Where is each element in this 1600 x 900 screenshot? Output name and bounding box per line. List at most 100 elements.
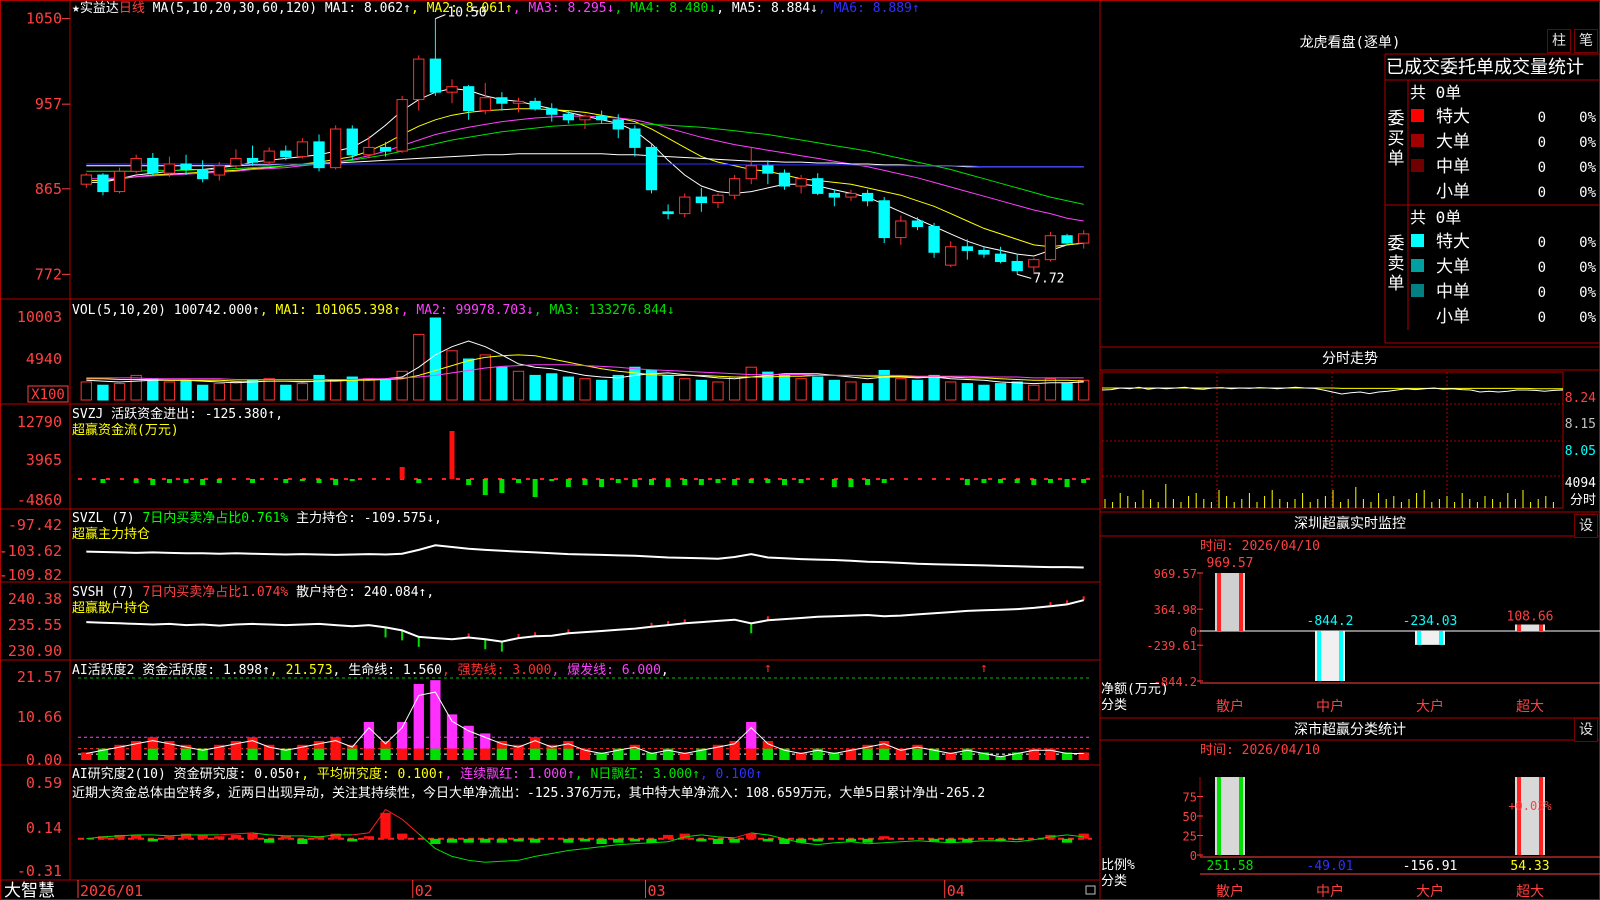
bar-view-button[interactable]: 柱 [1547,29,1571,53]
svsh-header-seg-1: 7日内买卖净占比1.074% [142,584,288,600]
ai-hyd-bar [347,748,358,760]
ai-hyd-bar [712,748,724,760]
ai-yjd-bar [264,838,275,843]
ai-hyd-bar [862,748,873,760]
price-y-label: 865 [35,180,62,198]
price-header-seg-2: MA(5,10,20,30,60,120) [145,1,325,16]
ai-yjd-line [884,841,901,844]
svzj-bar [698,479,704,485]
sell-side-label: 单 [1388,274,1405,294]
svzj-bar [200,479,206,485]
price-header-seg-1: 日线 [119,1,145,16]
sz-monitor-bar-edge [1239,573,1243,631]
volume-bar [994,383,1007,401]
ai-yjd-bar [563,838,574,843]
volume-bar [1061,383,1073,401]
volume-bar [595,379,608,401]
sz-classify-y-label: 0 [1190,849,1197,863]
candle-body [679,196,691,215]
dragon-title: 龙虎看盘(逐单) [1300,34,1401,51]
candle-body [263,150,275,163]
sell-side-label: 卖 [1388,254,1405,274]
sell-side-swatch [1411,234,1424,247]
sz-monitor-settings-button[interactable]: 设 [1574,514,1598,538]
ai-yjd-bar [579,838,591,842]
volume-bar [446,350,458,401]
ai-hyd-header-seg-3: , 强势线: 3.000 [442,662,551,678]
svzl-line [86,544,1084,569]
sz-classify-y-label: 50 [1183,810,1197,824]
volume-bar [728,376,741,401]
svzj-bar [865,479,871,485]
volume-bar [795,378,807,401]
ai-yjd-bar [529,838,541,843]
volume-bar [396,370,408,401]
ai-hyd-header: AI活跃度2 资金活跃度: 1.898↑, 21.573, 生命线: 1.560… [72,662,669,678]
ai-yjd-bar [147,838,158,842]
candle-body [163,163,176,174]
volume-header-seg-3: , MA2: 99978.703↓ [401,303,534,318]
candle-body [396,99,408,152]
ai-yjd-y-label: 0.14 [26,819,62,837]
ai-yjd-line [618,843,635,846]
volume-bar [479,354,491,401]
svzj-bar [998,479,1004,483]
ai-yjd-bar [712,838,724,844]
svzj-bar [466,479,472,485]
ai-hyd-bar [363,748,375,760]
volume-y-label: 10003 [17,308,62,326]
svzj-bar [848,479,854,487]
volume-bar [97,384,109,401]
ai-hyd-burst-bar [363,721,375,749]
candle-body [546,108,558,115]
volume-bar [512,370,525,401]
ai-yjd-line [817,842,835,846]
sz-monitor-value-label: 108.66 [1507,609,1554,624]
svsh-subtitle: 超赢散户持仓 [72,600,150,616]
price-y-label: 957 [35,95,62,113]
volume-ma-line [86,354,1084,382]
sell-side-row-pct: 0% [1579,310,1596,326]
svzj-bar [316,479,322,483]
ai-yjd-line [302,835,320,838]
price-header-seg-3: MA1: 8.062↑ [325,1,411,16]
tick-view-button[interactable]: 笔 [1574,29,1598,53]
candle-body [130,157,142,172]
svzj-bar [216,479,222,483]
volume-bar [263,378,275,401]
volume-bar [961,383,973,401]
sell-side-row-value: 0 [1538,285,1546,301]
candle-body [1078,233,1090,244]
ai-hyd-bar [164,748,175,760]
sz-monitor-bar-edge [1417,631,1421,645]
candle-body [280,150,292,158]
ai-yjd-line [518,855,536,861]
price-header-seg-5: , MA3: 8.295↓ [513,1,615,16]
svzj-bar [532,479,538,497]
svzj-bar [449,431,455,479]
sz-classify-value-label: 54.33 [1510,859,1549,874]
buy-side-row-pct: 0% [1579,110,1596,126]
ai-yjd-bar [230,834,242,839]
candle-body [695,196,708,204]
candle-body [745,165,757,180]
sz-classify-bar-edge [1517,777,1521,855]
candle-body [296,141,309,158]
volume-bar [762,371,774,401]
sz-monitor-y-label: 364.98 [1154,603,1197,617]
volume-bar [745,366,757,401]
sell-side-swatch [1411,284,1424,297]
sell-side-row-value: 0 [1538,235,1546,251]
sz-classify-settings-button[interactable]: 设 [1574,718,1598,742]
sell-side-row-label: 大单 [1436,257,1470,277]
volume-bar [861,383,874,401]
ai-yjd-bar [1012,838,1023,841]
ai-yjd-commentary: 近期大资金总体由空转多，近两日出现异动，关注其持续性，今日大单净流出：-125.… [72,785,985,801]
ai-yjd-bar [297,838,308,844]
ai-hyd-bar [264,748,275,760]
buy-side-row-value: 0 [1538,160,1546,176]
candle-body [728,178,741,196]
ai-hyd-strong-bar [247,737,258,749]
sell-side-row-value: 0 [1538,260,1546,276]
svzj-bar [748,479,754,483]
